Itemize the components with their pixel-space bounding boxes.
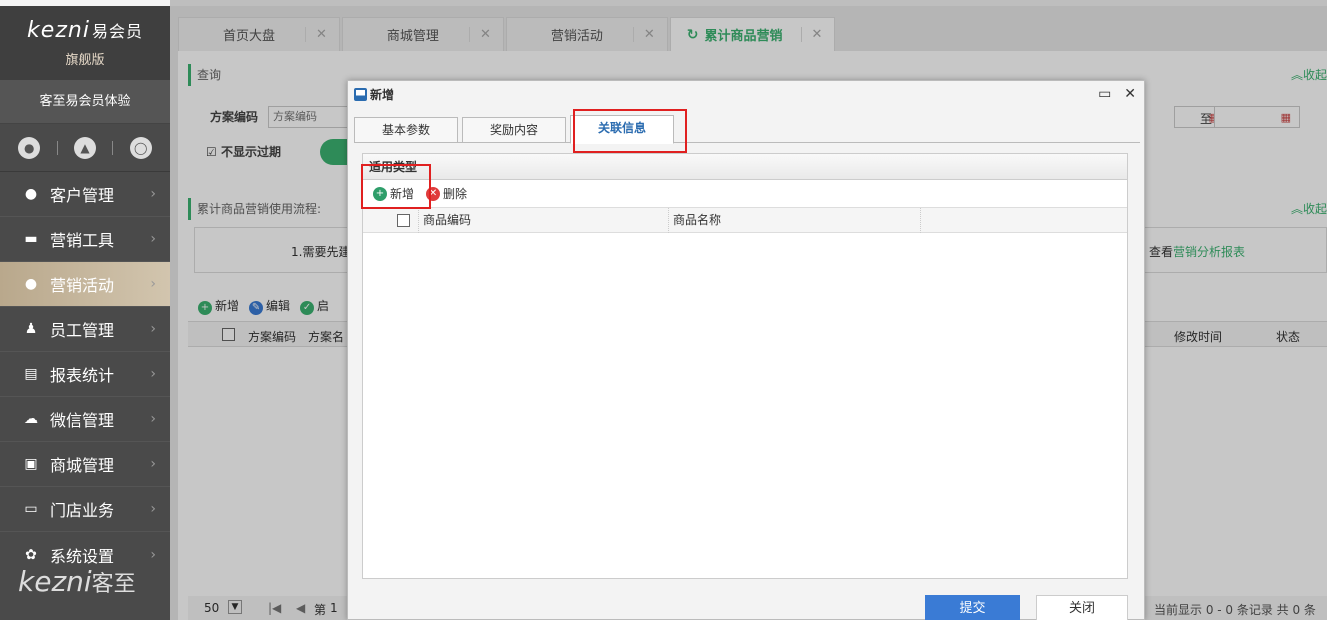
profile-icon[interactable]: ● [18, 136, 41, 159]
inner-toolbar: + 新增 ✕ 删除 [363, 180, 1127, 208]
dialog-tabs: 基本参数 奖励内容 关联信息 [354, 115, 1140, 144]
delete-product-button[interactable]: ✕ 删除 [426, 185, 467, 202]
gear-icon: ✿ [25, 546, 37, 563]
chevron-right-icon: › [150, 411, 156, 427]
sidebar-item-store[interactable]: ▭ 门店业务 › [0, 487, 170, 532]
col-product-code[interactable]: 商品编码 [419, 208, 669, 233]
briefcase-icon: ▬ [24, 231, 38, 247]
sidebar-item-marketing-tools[interactable]: ▬ 营销工具 › [0, 217, 170, 262]
sidebar-item-shop[interactable]: ▣ 商城管理 › [0, 442, 170, 487]
power-icon[interactable]: ◯ [129, 136, 152, 159]
new-dialog: 新增 ▭ ✕ 基本参数 奖励内容 关联信息 适用类型 + 新增 ✕ 删除 商品编码 … [347, 80, 1145, 620]
highlight-related-tab [573, 109, 687, 153]
bulb-icon: ● [24, 276, 38, 292]
submit-button[interactable]: 提交 [925, 595, 1020, 620]
select-all-checkbox[interactable] [397, 214, 410, 227]
dialog-title: 新增 [370, 87, 395, 102]
product-grid-header: 商品编码 商品名称 [363, 208, 1127, 233]
chevron-right-icon: › [150, 321, 156, 337]
user-icon: ● [24, 186, 38, 202]
chevron-right-icon: › [150, 546, 156, 563]
chevron-right-icon: › [150, 186, 156, 202]
staff-icon: ♟ [24, 321, 38, 337]
chevron-right-icon: › [150, 231, 156, 247]
wechat-icon: ☁ [24, 411, 38, 427]
sidebar-item-customer[interactable]: ● 客户管理 › [0, 172, 170, 217]
close-icon[interactable]: ✕ [1124, 86, 1136, 102]
maximize-icon[interactable]: ▭ [1098, 86, 1111, 102]
dialog-footer: 提交 关闭 [348, 589, 1144, 620]
shop-icon: ▣ [24, 456, 38, 472]
sidebar-item-reports[interactable]: ▤ 报表统计 › [0, 352, 170, 397]
brand-logo: kezni 易会员 旗舰版 [0, 0, 170, 80]
section-title: 适用类型 [363, 154, 1127, 180]
sidebar: kezni 易会员 旗舰版 客至易会员体验 ● ▲ ◯ ● 客户管理 › ▬ 营销工具 ›… [0, 0, 170, 620]
report-icon: ▤ [24, 366, 38, 382]
chevron-right-icon: › [150, 456, 156, 472]
col-product-name[interactable]: 商品名称 [669, 208, 921, 233]
bell-icon[interactable]: ▲ [73, 136, 96, 159]
sidebar-item-wechat[interactable]: ☁ 微信管理 › [0, 397, 170, 442]
tab-basic-params[interactable]: 基本参数 [354, 117, 458, 143]
quick-icons: ● ▲ ◯ [0, 124, 170, 172]
footer-logo: kezni客至 [18, 565, 136, 598]
brand-name-cn: 易会员 [91, 22, 143, 41]
highlight-add-button [361, 164, 431, 209]
edition-label: 旗舰版 [65, 53, 105, 68]
member-name[interactable]: 客至易会员体验 [0, 80, 170, 124]
sidebar-item-staff[interactable]: ♟ 员工管理 › [0, 307, 170, 352]
store-icon: ▭ [24, 501, 38, 517]
dialog-title-bar: 新增 [348, 81, 1144, 107]
close-button[interactable]: 关闭 [1036, 595, 1128, 620]
tab-reward-content[interactable]: 奖励内容 [462, 117, 566, 143]
related-info-panel: 适用类型 + 新增 ✕ 删除 商品编码 商品名称 [362, 153, 1128, 579]
chevron-right-icon: › [150, 366, 156, 382]
sidebar-item-marketing-activity[interactable]: ● 营销活动 › [0, 262, 170, 307]
chevron-right-icon: › [150, 276, 156, 292]
save-icon [354, 87, 367, 101]
brand-name: kezni [27, 18, 90, 43]
chevron-right-icon: › [150, 501, 156, 517]
